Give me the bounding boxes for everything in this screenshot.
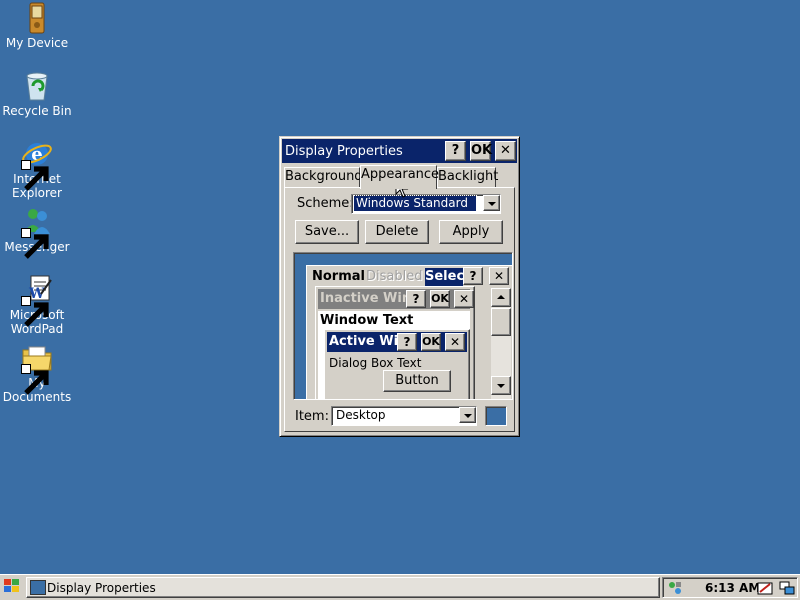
desktop-icon-label: My Device (5, 36, 69, 50)
display-properties-icon (30, 580, 46, 595)
chevron-down-icon (488, 202, 496, 206)
taskbar-button-label: Display Properties (47, 581, 156, 595)
shortcut-arrow-icon (21, 296, 49, 327)
preview-inactive-title: Inactive Wind (320, 291, 408, 306)
preview-active-help-button: ? (397, 333, 417, 351)
preview-scroll-thumb (491, 308, 511, 336)
preview-active-window: Active Win ? OK ✕ Dialog Box Text Button (324, 329, 470, 399)
preview-window-text: Window Text (320, 313, 414, 328)
wordpad-icon: W (21, 274, 53, 327)
preview-close-button: ✕ (489, 267, 509, 285)
item-dropdown-button[interactable] (459, 407, 476, 423)
folder-icon (21, 342, 53, 395)
preview-outer-window: Normal Disabled Selec ? ✕ Inactive Wind … (306, 265, 512, 399)
shortcut-arrow-icon (21, 160, 49, 191)
display-properties-dialog: Display Properties ? OK ✕ Background App… (279, 136, 520, 437)
tab-background[interactable]: Background (284, 167, 363, 187)
preview-inactive-close-button: ✕ (454, 290, 474, 308)
preview-inactive-title-bar: Inactive Wind ? OK ✕ (318, 289, 474, 309)
tab-backlight[interactable]: Backlight (437, 167, 498, 187)
preview-active-title-bar: Active Win ? OK ✕ (327, 332, 467, 352)
preview-menu-selected: Selec (425, 268, 463, 286)
start-button[interactable] (2, 577, 24, 597)
recycle-bin-icon (21, 70, 53, 102)
chevron-up-icon (497, 295, 505, 299)
preview-inactive-ok-button: OK (430, 290, 450, 308)
preview-scrollbar (491, 288, 511, 399)
item-value: Desktop (336, 408, 386, 422)
desktop-icon-label: Recycle Bin (2, 104, 72, 118)
preview-menu-disabled: Disabled (366, 269, 423, 284)
shortcut-arrow-icon (21, 228, 49, 259)
internet-explorer-icon: e (21, 138, 53, 191)
preview-inactive-window: Inactive Wind ? OK ✕ Window Text Active … (315, 286, 475, 399)
preview-active-ok-button: OK (421, 333, 441, 351)
appearance-preview[interactable]: Normal Disabled Selec ? ✕ Inactive Wind … (293, 252, 513, 400)
preview-dialog-text: Dialog Box Text (329, 356, 422, 370)
chevron-down-icon (464, 414, 472, 418)
item-label: Item: (295, 409, 329, 424)
preview-menu-bar: Normal Disabled Selec (309, 268, 485, 286)
desktop-icon-recycle-bin[interactable]: Recycle Bin (0, 70, 75, 118)
tab-appearance[interactable]: Appearance (360, 165, 439, 189)
taskbar-button-display-properties[interactable]: Display Properties (26, 577, 660, 598)
chevron-down-icon (497, 384, 505, 388)
shortcut-arrow-icon (21, 364, 49, 395)
desktop-toggle-icon[interactable] (779, 580, 795, 596)
ok-button[interactable]: OK (470, 141, 492, 161)
desktop-icon-internet-explorer[interactable]: e Internet Explorer (0, 138, 75, 200)
desktop-icon-wordpad[interactable]: W Microsoft WordPad (0, 274, 75, 336)
help-button[interactable]: ? (445, 141, 466, 161)
apply-button[interactable]: Apply (439, 220, 503, 244)
item-combo[interactable]: Desktop (331, 406, 477, 426)
close-button[interactable]: ✕ (495, 141, 516, 161)
appearance-tab-panel: Scheme: Windows Standard Save... Delete … (284, 187, 515, 432)
preview-active-close-button: ✕ (445, 333, 465, 351)
preview-help-button: ? (463, 267, 483, 285)
item-color-swatch[interactable] (485, 406, 507, 426)
messenger-icon (21, 206, 53, 259)
preview-window-area: Window Text Active Win ? OK ✕ Dialog Box… (318, 311, 470, 399)
scheme-label: Scheme: (297, 196, 354, 211)
system-tray: 6:13 AM (662, 577, 798, 598)
preview-menu-normal: Normal (312, 269, 365, 284)
save-button[interactable]: Save... (295, 220, 359, 244)
scheme-dropdown-button[interactable] (483, 195, 500, 211)
preview-inactive-help-button: ? (406, 290, 426, 308)
delete-button[interactable]: Delete (365, 220, 429, 244)
scheme-combo[interactable]: Windows Standard (351, 194, 501, 214)
desktop-icon-messenger[interactable]: Messenger (0, 206, 75, 259)
preview-active-title: Active Win (329, 334, 399, 349)
input-panel-icon[interactable] (757, 580, 773, 596)
preview-button: Button (383, 370, 451, 392)
clock[interactable]: 6:13 AM (705, 581, 760, 595)
preview-scroll-up-button (491, 288, 511, 307)
dialog-title-bar[interactable]: Display Properties ? OK ✕ (282, 139, 517, 163)
desktop-icon-my-documents[interactable]: My Documents (0, 342, 75, 404)
dialog-title: Display Properties (285, 144, 403, 159)
windows-logo-icon (4, 579, 19, 592)
desktop-icon-my-device[interactable]: My Device (0, 2, 75, 50)
network-icon[interactable] (667, 580, 683, 596)
pda-icon (21, 2, 53, 34)
close-icon: ✕ (500, 143, 511, 158)
preview-scroll-down-button (491, 376, 511, 395)
scheme-value: Windows Standard (353, 195, 477, 212)
taskbar: Display Properties 6:13 AM (0, 574, 800, 600)
